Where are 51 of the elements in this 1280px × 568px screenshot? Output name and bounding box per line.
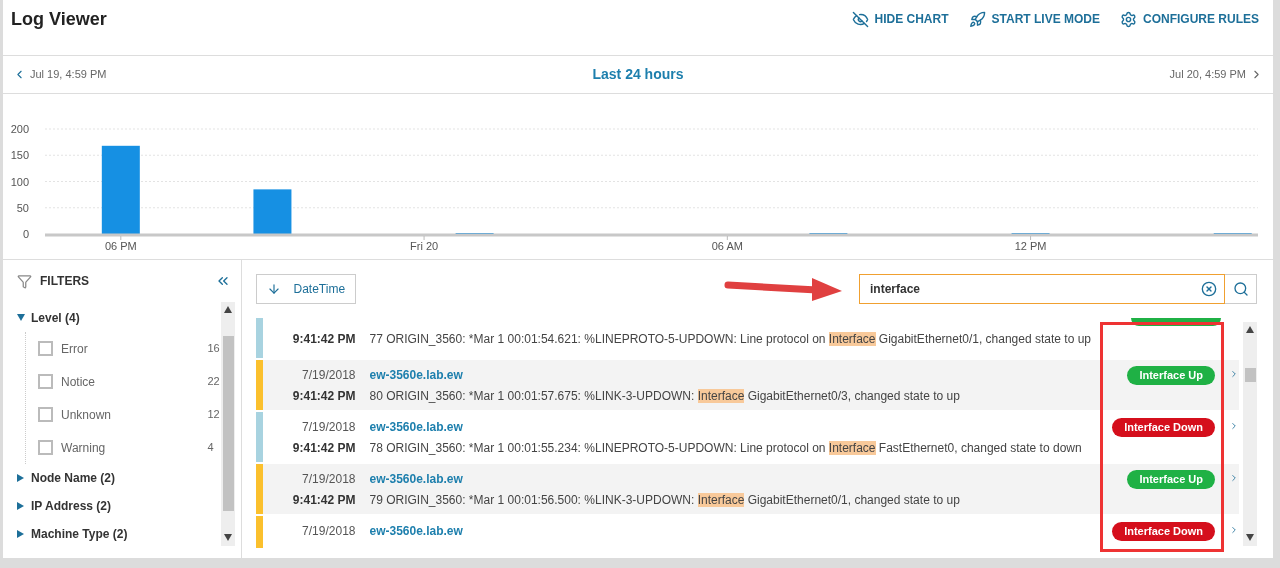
y-tick-label: 0 [22,228,29,240]
filter-option-label: Warning [61,439,107,457]
log-date: 7/19/2018 [302,367,356,384]
host-link[interactable]: ew-3560e.lab.ew [369,418,463,436]
log-message: 79 ORIGIN_3560: *Mar 1 00:01:56.500: %LINK-3-UPDOWN: Interface GigabitEthernet0/1, changed state to up [369,492,960,509]
log-time: 9:41:42 PM [292,388,356,405]
filter-count: 22 [207,374,221,390]
sort-button[interactable]: DateTime [256,274,357,304]
y-tick-label: 150 [10,149,29,162]
filter-count: 4 [207,440,215,456]
x-tick-label: 12 PM [1014,240,1047,252]
log-message: 77 ORIGIN_3560: *Mar 1 00:01:54.621: %LINEPROTO-5-UPDOWN: Line protocol on Interface GigabitEthernet0/1, changed state to up [369,331,1091,348]
log-time: 9:41:42 PM [292,440,356,457]
page-title: Log Viewer [11,8,107,31]
x-tick-label: 06 AM [711,240,743,252]
log-date: 7/19/2018 [302,419,356,436]
filter-group-header[interactable]: Machine Type (2) [17,520,128,548]
previous-range-button[interactable]: Jul 19, 4:59 PM [13,66,213,83]
x-tick-label: Fri 20 [410,240,439,252]
toolbar-button[interactable]: CONFIGURE RULES [1120,10,1259,28]
host-link[interactable]: ew-3560e.lab.ew [369,366,463,384]
x-tick-label: 06 PM [104,240,137,252]
filter-count: 12 [207,407,221,423]
y-tick-label: 200 [10,123,29,135]
log-message: 80 ORIGIN_3560: *Mar 1 00:01:57.675: %LINK-3-UPDOWN: Interface GigabitEthernet0/3, changed state to up [369,388,960,405]
host-link[interactable]: ew-3560e.lab.ew [369,470,463,488]
y-tick-label: 50 [16,201,29,214]
filter-count: 16 [207,341,221,357]
log-message: 78 ORIGIN_3560: *Mar 1 00:01:55.234: %LINEPROTO-5-UPDOWN: Line protocol on Interface FastEthernet0, changed state to down [369,440,1082,457]
toolbar-button[interactable]: HIDE CHART [851,10,949,28]
filter-group-header[interactable]: Node Name (2) [17,464,116,492]
filters-heading: FILTERS [40,273,90,290]
status-badge: Interface Up [1127,366,1215,385]
log-date: 7/19/2018 [302,471,356,488]
filter-option-label: Error [61,340,89,358]
search-field[interactable]: interface [859,274,1225,304]
toolbar-button[interactable]: START LIVE MODE [968,10,1100,28]
status-badge: Interface Down [1112,522,1215,541]
log-time: 9:41:42 PM [292,492,356,509]
y-tick-label: 100 [10,175,29,188]
filter-group-header[interactable]: Level (4) [17,304,80,332]
host-link[interactable]: ew-3560e.lab.ew [369,522,463,540]
status-badge: Interface Up [1127,470,1215,489]
log-time: 9:41:42 PM [292,331,356,348]
filter-option-label: Notice [61,373,96,391]
filter-group-header[interactable]: IP Address (2) [17,492,112,520]
filter-option-label: Unknown [61,406,113,424]
next-range-button[interactable]: Jul 20, 4:59 PM [1063,66,1263,83]
log-date: 7/19/2018 [302,523,356,540]
status-badge: Interface Down [1112,418,1215,437]
range-title: Last 24 hours [592,65,684,84]
